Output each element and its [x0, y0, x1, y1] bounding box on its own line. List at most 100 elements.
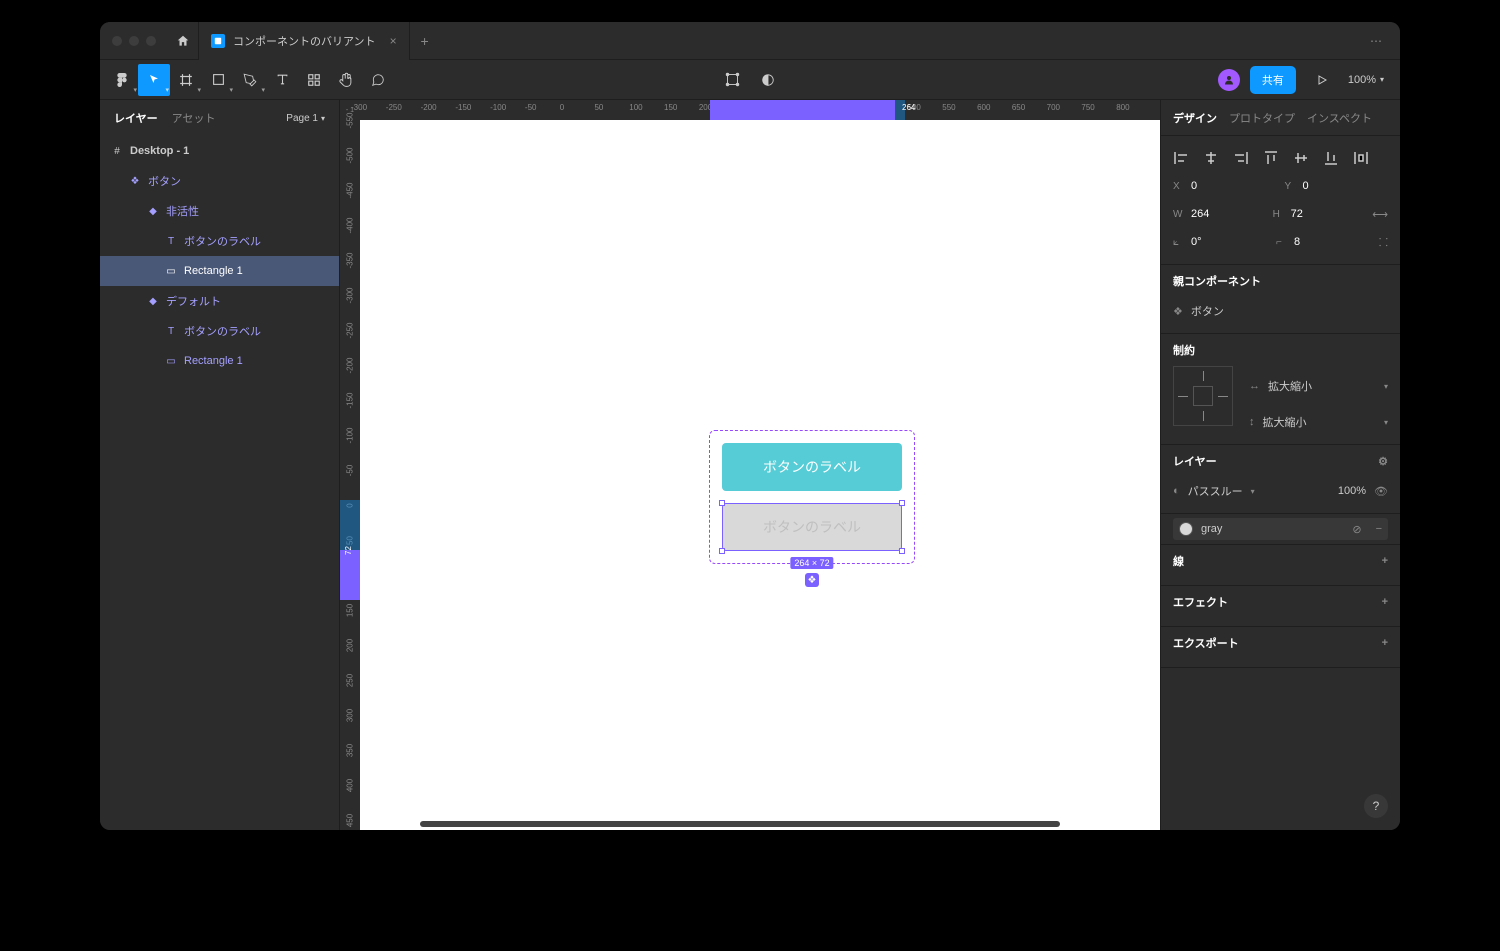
detach-style-icon[interactable]: ⊘ — [1352, 523, 1361, 536]
w-field[interactable]: W264 — [1173, 208, 1265, 220]
independent-corners-icon[interactable]: ⸬ — [1379, 235, 1388, 250]
inspect-tab[interactable]: インスペクト — [1307, 110, 1372, 126]
traffic-close-icon[interactable] — [112, 36, 122, 46]
page-select[interactable]: Page 1 ▾ — [286, 113, 325, 124]
layer-rect-default[interactable]: ▭ Rectangle 1 — [100, 346, 339, 376]
shape-tool[interactable]: ▾ — [202, 64, 234, 96]
section-title: 制約 — [1173, 342, 1388, 358]
remove-fill-icon[interactable]: − — [1370, 523, 1382, 535]
y-field[interactable]: Y0 — [1285, 180, 1389, 192]
button-default-variant[interactable]: ボタンのラベル — [722, 443, 902, 491]
layer-label: ボタンのラベル — [184, 323, 261, 339]
add-stroke-icon[interactable]: + — [1382, 555, 1388, 567]
fill-section: gray ⊘ − — [1161, 514, 1400, 545]
align-vcenter-icon[interactable] — [1293, 150, 1309, 166]
radius-field[interactable]: ⌐8 — [1276, 236, 1371, 248]
left-panel: レイヤー アセット Page 1 ▾ # Desktop - 1 ❖ ボタン ◆… — [100, 100, 340, 830]
tab-close-icon[interactable]: × — [390, 34, 397, 48]
add-export-icon[interactable]: + — [1382, 637, 1388, 649]
layer-text-inactive[interactable]: T ボタンのラベル — [100, 226, 339, 256]
effects-section: エフェクト+ — [1161, 586, 1400, 627]
text-tool[interactable] — [266, 64, 298, 96]
fill-style-row[interactable]: gray ⊘ − — [1173, 518, 1388, 540]
pen-tool[interactable]: ▾ — [234, 64, 266, 96]
radius-icon: ⌐ — [1276, 237, 1288, 248]
h-field[interactable]: H72 — [1273, 208, 1365, 220]
edit-object-icon[interactable] — [716, 64, 748, 96]
design-tab[interactable]: デザイン — [1173, 110, 1217, 126]
layer-component[interactable]: ❖ ボタン — [100, 166, 339, 196]
layer-variant-inactive[interactable]: ◆ 非活性 — [100, 196, 339, 226]
text-icon: T — [164, 236, 178, 247]
selection-handle-nw[interactable] — [719, 500, 725, 506]
align-right-icon[interactable] — [1233, 150, 1249, 166]
present-button[interactable] — [1306, 64, 1338, 96]
layer-label: デフォルト — [166, 293, 221, 309]
share-button[interactable]: 共有 — [1250, 66, 1296, 94]
align-top-icon[interactable] — [1263, 150, 1279, 166]
menu-overflow-icon[interactable]: ⋯ — [1370, 34, 1400, 48]
constraint-v-select[interactable]: ↕拡大縮小▾ — [1249, 408, 1388, 436]
align-section: X0 Y0 W264 H72 ⟷ ⟀0° ⌐8 ⸬ — [1161, 136, 1400, 265]
traffic-max-icon[interactable] — [146, 36, 156, 46]
resources-tool[interactable] — [298, 64, 330, 96]
visibility-icon[interactable]: 👁 — [1374, 485, 1388, 498]
parent-component-name: ボタン — [1191, 303, 1224, 319]
add-effect-icon[interactable]: + — [1382, 596, 1388, 608]
chevron-down-icon: ▾ — [1380, 75, 1384, 84]
layers-tab[interactable]: レイヤー — [114, 110, 158, 126]
layer-label: Rectangle 1 — [184, 265, 243, 277]
align-left-icon[interactable] — [1173, 150, 1189, 166]
main-menu-button[interactable]: ▾ — [106, 64, 138, 96]
distribute-icon[interactable] — [1353, 150, 1369, 166]
traffic-min-icon[interactable] — [129, 36, 139, 46]
constraints-box[interactable] — [1173, 366, 1233, 426]
rotation-field[interactable]: ⟀0° — [1173, 236, 1268, 248]
file-tab[interactable]: コンポーネントのバリアント × — [198, 22, 410, 60]
user-avatar[interactable] — [1218, 69, 1240, 91]
fill-style-name: gray — [1201, 523, 1222, 535]
rectangle-icon: ▭ — [164, 356, 178, 367]
frame-tool[interactable]: ▾ — [170, 64, 202, 96]
right-panel-tabs: デザイン プロトタイプ インスペクト — [1161, 100, 1400, 136]
mask-icon[interactable] — [752, 64, 784, 96]
align-hcenter-icon[interactable] — [1203, 150, 1219, 166]
blend-mode-select[interactable]: パススルー — [1188, 483, 1243, 499]
add-variant-button[interactable]: ❖ — [805, 573, 819, 587]
layer-rect-inactive[interactable]: ▭ Rectangle 1 — [100, 256, 339, 286]
titlebar: コンポーネントのバリアント × + ⋯ — [100, 22, 1400, 60]
hand-tool[interactable] — [330, 64, 362, 96]
comment-tool[interactable] — [362, 64, 394, 96]
help-button[interactable]: ? — [1364, 794, 1388, 818]
link-wh-icon[interactable]: ⟷ — [1372, 208, 1388, 221]
x-field[interactable]: X0 — [1173, 180, 1277, 192]
layer-frame[interactable]: # Desktop - 1 — [100, 136, 339, 166]
canvas[interactable]: - 1 -300-250-200-150-100-500501001502002… — [340, 100, 1160, 830]
angle-icon: ⟀ — [1173, 237, 1185, 248]
component-frame[interactable]: ボタンのラベル ボタンのラベル 264 × 72 ❖ — [709, 430, 915, 564]
button-inactive-variant[interactable]: ボタンのラベル — [722, 503, 902, 551]
new-tab-button[interactable]: + — [410, 33, 440, 49]
layer-text-default[interactable]: T ボタンのラベル — [100, 316, 339, 346]
prototype-tab[interactable]: プロトタイプ — [1229, 110, 1295, 126]
variant-icon: ◆ — [146, 296, 160, 307]
opacity-field[interactable]: 100% — [1338, 485, 1366, 497]
go-to-main-component[interactable]: ❖ ボタン — [1173, 297, 1388, 325]
align-bottom-icon[interactable] — [1323, 150, 1339, 166]
assets-tab[interactable]: アセット — [172, 110, 216, 126]
constraint-h-select[interactable]: ↔拡大縮小▾ — [1249, 372, 1388, 400]
artboard[interactable]: ボタンのラベル ボタンのラベル 264 × 72 ❖ — [360, 120, 1160, 830]
layer-variant-default[interactable]: ◆ デフォルト — [100, 286, 339, 316]
main-area: レイヤー アセット Page 1 ▾ # Desktop - 1 ❖ ボタン ◆… — [100, 100, 1400, 830]
selection-handle-se[interactable] — [899, 548, 905, 554]
horizontal-scrollbar[interactable] — [420, 821, 1060, 827]
zoom-select[interactable]: 100% ▾ — [1348, 74, 1384, 86]
tab-title: コンポーネントのバリアント — [233, 33, 376, 49]
selection-handle-sw[interactable] — [719, 548, 725, 554]
move-tool[interactable]: ▾ — [138, 64, 170, 96]
app-window: コンポーネントのバリアント × + ⋯ ▾ ▾ ▾ ▾ — [100, 22, 1400, 830]
button-label: ボタンのラベル — [763, 517, 861, 537]
home-button[interactable] — [168, 34, 198, 48]
layer-settings-icon[interactable]: ⚙ — [1378, 455, 1388, 468]
selection-handle-ne[interactable] — [899, 500, 905, 506]
